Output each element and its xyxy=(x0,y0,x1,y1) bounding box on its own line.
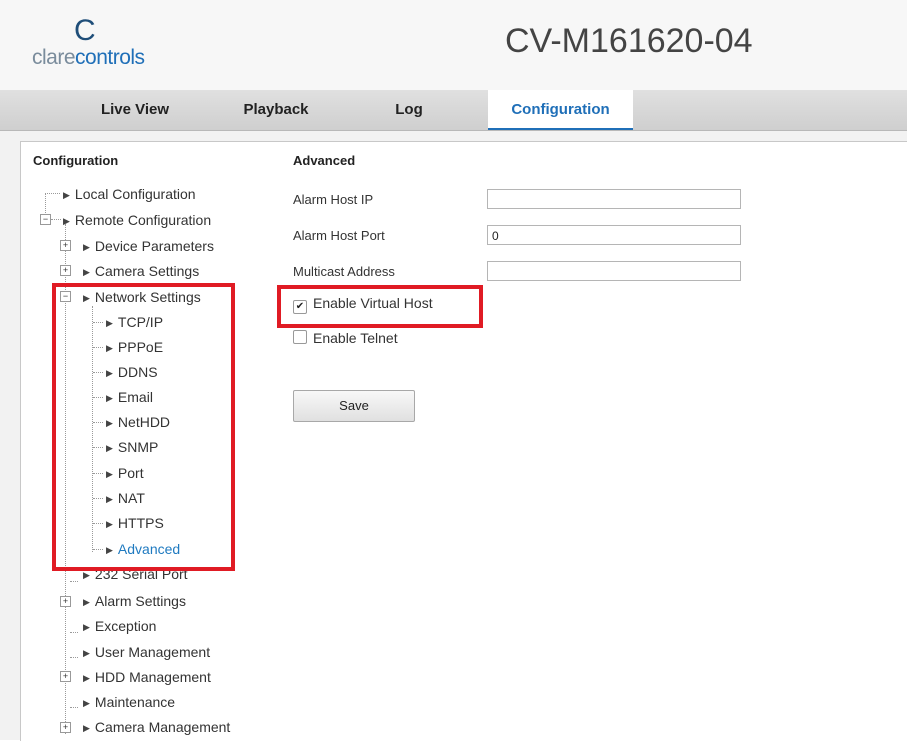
multicast-address-label: Multicast Address xyxy=(293,264,395,279)
expand-toggle-icon[interactable]: + xyxy=(60,671,71,682)
alarm-host-ip-label: Alarm Host IP xyxy=(293,192,374,207)
arrow-right-icon: ▶ xyxy=(83,267,90,277)
highlight-box-virtual-host xyxy=(277,285,483,328)
alarm-host-port-input[interactable]: 0 xyxy=(487,225,741,245)
arrow-right-icon: ▶ xyxy=(83,648,90,658)
tree-line xyxy=(45,193,60,194)
logo-mark: C xyxy=(74,14,96,47)
tree-line xyxy=(51,219,61,220)
sidebar-item-label: Local Configuration xyxy=(74,186,196,202)
arrow-right-icon: ▶ xyxy=(83,242,90,252)
tree-line xyxy=(45,193,46,215)
expand-toggle-icon[interactable]: + xyxy=(60,596,71,607)
enable-telnet-label: Enable Telnet xyxy=(313,330,398,346)
sidebar-item-label: Camera Management xyxy=(94,719,231,735)
multicast-address-input[interactable] xyxy=(487,261,741,281)
sidebar-item-alarm-settings[interactable]: ▶ Alarm Settings xyxy=(83,590,186,612)
alarm-host-port-label: Alarm Host Port xyxy=(293,228,385,243)
header: C clarecontrols CV-M161620-04 xyxy=(0,0,907,90)
sidebar-item-label: Device Parameters xyxy=(94,238,214,254)
sidebar-item-label: Alarm Settings xyxy=(94,593,186,609)
tab-log[interactable]: Log xyxy=(374,90,444,130)
expand-toggle-icon[interactable]: + xyxy=(60,240,71,251)
collapse-toggle-icon[interactable]: − xyxy=(40,214,51,225)
arrow-right-icon: ▶ xyxy=(83,622,90,632)
arrow-right-icon: ▶ xyxy=(63,216,70,226)
tree-line xyxy=(70,581,78,582)
logo-text-clare: clare xyxy=(32,46,76,69)
sidebar-item-camera-settings[interactable]: ▶ Camera Settings xyxy=(83,260,199,282)
tab-live-view[interactable]: Live View xyxy=(70,90,200,130)
sidebar-item-label: Camera Settings xyxy=(94,263,200,279)
enable-telnet-row[interactable]: Enable Telnet xyxy=(293,328,398,348)
sidebar-item-label: Remote Configuration xyxy=(74,212,212,228)
sidebar-item-label: Maintenance xyxy=(94,694,176,710)
brand-logo: C clarecontrols xyxy=(30,16,190,74)
sidebar-item-user-management[interactable]: ▶ User Management xyxy=(83,641,210,663)
arrow-right-icon: ▶ xyxy=(83,723,90,733)
device-model-title: CV-M161620-04 xyxy=(505,22,753,60)
tree-line xyxy=(70,707,78,708)
expand-toggle-icon[interactable]: + xyxy=(60,722,71,733)
sidebar-item-label: User Management xyxy=(94,644,211,660)
expand-toggle-icon[interactable]: + xyxy=(60,265,71,276)
arrow-right-icon: ▶ xyxy=(83,673,90,683)
tab-configuration[interactable]: Configuration xyxy=(488,90,633,130)
sidebar-title: Configuration xyxy=(33,153,119,168)
enable-telnet-checkbox[interactable] xyxy=(293,330,307,344)
logo-text: clarecontrols xyxy=(32,46,145,70)
sidebar-item-maintenance[interactable]: ▶ Maintenance xyxy=(83,691,175,713)
save-button[interactable]: Save xyxy=(293,390,415,422)
tab-playback[interactable]: Playback xyxy=(226,90,326,130)
tree-line xyxy=(70,632,78,633)
sidebar-item-local-configuration[interactable]: ▶ Local Configuration xyxy=(63,183,196,205)
arrow-right-icon: ▶ xyxy=(83,698,90,708)
sidebar-item-hdd-management[interactable]: ▶ HDD Management xyxy=(83,666,211,688)
sidebar-item-camera-management[interactable]: ▶ Camera Management xyxy=(83,716,230,738)
sidebar-item-remote-configuration[interactable]: ▶ Remote Configuration xyxy=(63,209,211,231)
arrow-right-icon: ▶ xyxy=(83,597,90,607)
highlight-box-network-settings xyxy=(52,283,235,571)
section-title: Advanced xyxy=(293,153,356,168)
sidebar-item-label: HDD Management xyxy=(94,669,211,685)
tree-line xyxy=(70,657,78,658)
sidebar-item-label: Exception xyxy=(94,618,157,634)
main-nav: Live View Playback Log Configuration xyxy=(0,90,907,131)
alarm-host-ip-input[interactable] xyxy=(487,189,741,209)
arrow-right-icon: ▶ xyxy=(63,190,70,200)
sidebar-item-exception[interactable]: ▶ Exception xyxy=(83,615,156,637)
logo-text-controls: controls xyxy=(75,46,145,69)
sidebar-item-device-parameters[interactable]: ▶ Device Parameters xyxy=(83,235,214,257)
